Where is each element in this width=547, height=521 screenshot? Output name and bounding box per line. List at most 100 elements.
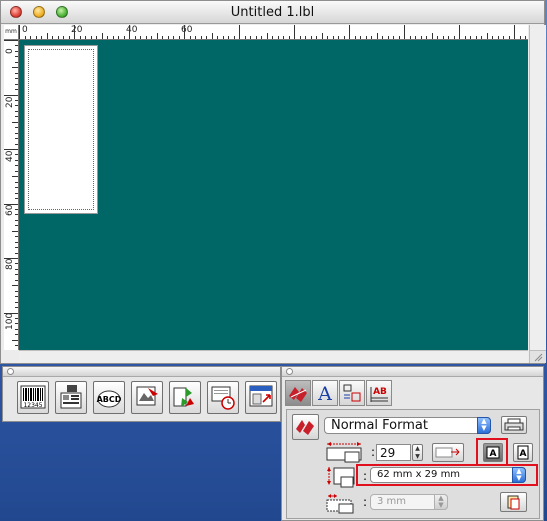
ruler-tick [327,36,328,39]
ruler-label: 0 [22,25,28,35]
ruler-tick [15,99,18,101]
ruler-tick [459,25,460,39]
ruler-tick [332,36,334,39]
ruler-tick [354,36,356,39]
ruler-tick [497,36,499,39]
ruler-tick [15,247,18,249]
ruler-tick [15,317,18,319]
ruler-tick [15,187,18,189]
object-palette: 12345 ABCD [2,366,281,422]
auto-length-button[interactable] [432,443,464,462]
horizontal-scrollbar[interactable] [19,350,528,363]
format-select-value: Normal Format [331,418,428,433]
ruler-tick [481,36,482,39]
ruler-tick [52,36,53,39]
length-field[interactable]: 29 [376,444,411,461]
image-tool-button[interactable] [131,381,163,414]
ruler-tick [200,36,202,39]
format-select[interactable]: Normal Format ▲ ▼ [324,417,491,434]
print-button[interactable] [501,416,527,434]
ruler-tick [272,36,273,39]
ruler-tick [189,36,191,39]
ruler-tick [15,116,18,118]
ruler-tick [173,36,174,39]
tab-style[interactable]: AB [366,380,392,406]
ruler-tick [74,25,75,39]
arc-text-icon: ABCD [97,390,122,408]
ruler-tick [123,36,125,39]
ruler-tick [283,36,284,39]
ruler-label: 20 [71,25,83,35]
tab-frame[interactable] [339,380,365,406]
portrait-orientation-button[interactable]: A [513,443,533,462]
length-stepper[interactable]: ▲ ▼ [412,444,423,461]
apply-layout-button[interactable] [500,492,527,512]
ruler-tick [195,36,196,39]
resize-handle[interactable] [529,350,546,363]
palette-title-bar[interactable] [282,367,543,377]
media-size-select[interactable]: 62 mm x 29 mm ▲ ▼ [370,467,526,483]
ruler-tick [118,36,119,39]
select-arrows-icon: ▲ ▼ [477,417,491,434]
ruler-tick [239,25,240,39]
palette-title-bar[interactable] [3,367,280,377]
ruler-tick [255,36,257,39]
ruler-tick [15,252,18,254]
ruler-tick [15,83,18,85]
ruler-tick [310,36,312,39]
barcode-tool-button[interactable]: 12345 [17,381,49,414]
ruler-tick [321,33,323,39]
ruler-tick [382,36,383,39]
date-time-icon [211,386,235,410]
ruler-tick [12,285,18,287]
arc-text-tool-button[interactable]: ABCD [93,381,125,414]
ruler-tick [288,36,290,39]
page-setup-icon [507,495,520,510]
layout-preset-button[interactable] [292,414,319,440]
ruler-tick [244,36,246,39]
database-tool-button[interactable] [55,381,87,414]
ruler-tick [464,36,466,39]
ruler-tick [4,40,18,41]
separator: : [371,445,376,459]
ruler-tick [15,192,18,194]
ruler-tick [305,36,306,39]
palette-close-button[interactable] [7,368,14,375]
ruler-tick [68,36,70,39]
screen-capture-tool-button[interactable] [245,381,277,414]
ruler-tick [24,36,26,39]
landscape-orientation-icon: A [486,446,500,459]
tab-text[interactable]: A [312,380,338,406]
ruler-tick [294,25,295,39]
label-canvas[interactable] [19,40,528,350]
ruler-tick [15,170,18,172]
ruler-tick [442,36,444,39]
ruler-tick [96,36,97,39]
ruler-tick [15,181,18,183]
ruler-tick [404,25,405,39]
ruler-tick [228,36,229,39]
length-field-value: 29 [380,446,396,460]
margin-select[interactable]: 3 mm ▲ ▼ [370,494,448,510]
palette-close-button[interactable] [286,368,293,375]
label-paper[interactable] [24,45,98,214]
separator: : [363,495,368,509]
ruler-tick [35,36,37,39]
ruler-tick [178,36,180,39]
vertical-scrollbar[interactable] [529,25,546,350]
clip-art-tool-button[interactable] [169,381,201,414]
landscape-glyph: A [490,449,497,459]
ruler-tick [15,290,18,292]
date-time-tool-button[interactable] [207,381,239,414]
ruler-tick [299,36,301,39]
ruler-tick [448,36,449,39]
ruler-label: 40 [5,150,15,162]
layout-icon [289,387,307,402]
ruler-tick [387,36,389,39]
title-bar[interactable]: Untitled 1.lbl [1,1,544,24]
ruler-tick [4,149,18,150]
landscape-orientation-button[interactable]: A [483,443,503,462]
ruler-tick [12,176,18,178]
tab-layout[interactable] [285,380,311,406]
ruler-tick [15,328,18,330]
